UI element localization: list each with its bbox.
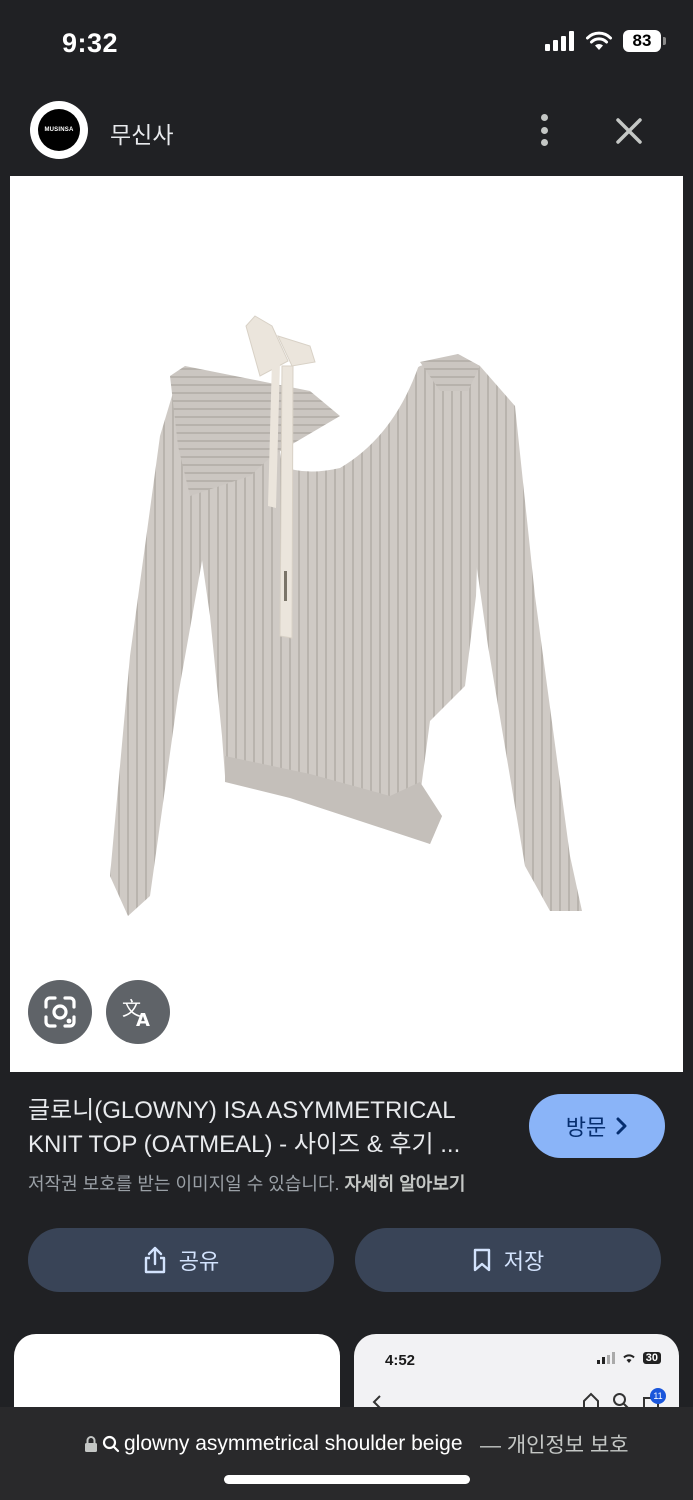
translate-icon: 文 A [122, 998, 150, 1029]
copyright-notice: 저작권 보호를 받는 이미지일 수 있습니다. 자세히 알아보기 [28, 1170, 465, 1196]
google-lens-button[interactable] [28, 980, 92, 1044]
lens-icon [44, 996, 76, 1028]
related-card-status-icons: 30 [596, 1352, 661, 1364]
lock-icon [85, 1436, 97, 1452]
bookmark-icon [473, 1248, 490, 1272]
more-dot-icon [540, 139, 548, 146]
close-icon[interactable] [610, 112, 648, 150]
status-time: 9:32 [62, 28, 119, 58]
status-icons: 83 [545, 30, 666, 52]
search-icon [102, 1435, 120, 1453]
cart-badge: 11 [650, 1388, 666, 1404]
result-title[interactable]: 글로니(GLOWNY) ISA ASYMMETRICAL KNIT TOP (O… [28, 1094, 508, 1162]
url-bar[interactable]: glowny asymmetrical shoulder beige — 개인정… [84, 1429, 629, 1459]
copyright-text: 저작권 보호를 받는 이미지일 수 있습니다. [28, 1174, 340, 1194]
image-preview[interactable]: 文 A [10, 176, 683, 1072]
save-button[interactable]: 저장 [355, 1228, 661, 1292]
wifi-icon [623, 1354, 635, 1363]
share-label: 공유 [178, 1249, 220, 1274]
more-dot-icon [540, 114, 548, 121]
battery-icon: 30 [642, 1352, 661, 1364]
privacy-label: — 개인정보 보호 [480, 1434, 629, 1457]
related-card-time: 4:52 [385, 1352, 416, 1369]
home-indicator[interactable] [224, 1475, 470, 1484]
browser-bottom-bar: glowny asymmetrical shoulder beige — 개인정… [0, 1407, 693, 1500]
translate-button[interactable]: 文 A [106, 980, 170, 1044]
wifi-icon [586, 31, 612, 50]
product-image [110, 315, 582, 916]
site-name[interactable]: 무신사 [110, 116, 173, 150]
visit-label: 방문 [565, 1115, 607, 1140]
url-text: glowny asymmetrical shoulder beige [124, 1432, 463, 1455]
battery-icon: 83 [623, 30, 666, 52]
svg-text:A: A [136, 1010, 150, 1029]
learn-more-link[interactable]: 자세히 알아보기 [345, 1174, 466, 1194]
signal-icon [596, 1352, 615, 1364]
more-dot-icon [540, 126, 548, 134]
result-header: MUSINSA 무신사 [0, 90, 693, 176]
site-logo[interactable]: MUSINSA [30, 101, 88, 159]
share-button[interactable]: 공유 [28, 1228, 334, 1292]
chevron-right-icon [616, 1117, 627, 1135]
more-options-button[interactable] [528, 110, 560, 150]
signal-icon [545, 31, 574, 51]
status-bar: 9:32 83 [0, 0, 693, 90]
site-logo-text: MUSINSA [38, 109, 80, 151]
visit-button[interactable]: 방문 [529, 1094, 665, 1158]
save-label: 저장 [503, 1249, 545, 1274]
share-icon [144, 1246, 165, 1274]
